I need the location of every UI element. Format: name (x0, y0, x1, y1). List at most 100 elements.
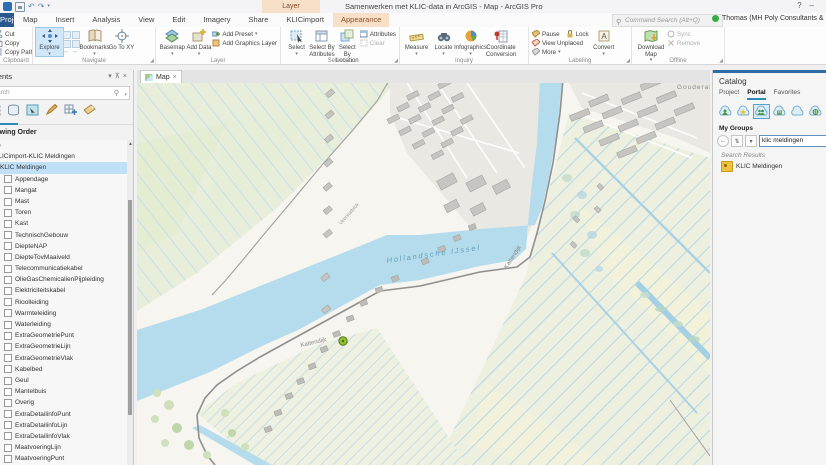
labeling-dialog-launcher[interactable]: ◢ (626, 58, 630, 64)
add-preset-button[interactable]: Add Preset ▾ (212, 30, 277, 38)
selection-dialog-launcher[interactable]: ◢ (394, 58, 398, 64)
catalog-tab-portal[interactable]: Portal (747, 89, 765, 100)
layer-tree-row[interactable]: ExtraGeometriePunt (0, 330, 133, 341)
measure-button[interactable]: Measure▾ (403, 28, 430, 56)
account-info[interactable]: Thomas (MH Poly Consultants & Engineers (712, 15, 826, 22)
my-organization-icon[interactable] (772, 105, 787, 118)
layer-tree-row[interactable]: MaatvoeringPunt (0, 453, 133, 464)
tab-project[interactable]: Project (0, 13, 14, 27)
list-by-editing-icon[interactable] (45, 103, 58, 121)
layer-tree-row[interactable]: Appendage (0, 174, 133, 185)
layer-visibility-checkbox[interactable] (4, 276, 12, 284)
arcgis-online-icon[interactable] (790, 105, 805, 118)
my-favorites-icon[interactable] (736, 105, 751, 118)
customize-toolbar-icon[interactable]: ▾ (47, 2, 50, 11)
layer-visibility-checkbox[interactable] (4, 175, 12, 183)
layer-visibility-checkbox[interactable] (4, 410, 12, 418)
layer-tree-row[interactable]: Kast (0, 218, 133, 229)
list-by-selection-icon[interactable] (26, 103, 39, 121)
sync-button[interactable]: Sync (667, 30, 700, 38)
add-data-button[interactable]: Add Data▾ (186, 28, 213, 56)
tab-appearance[interactable]: Appearance (333, 13, 389, 27)
layer-visibility-checkbox[interactable] (4, 421, 12, 429)
layer-visibility-checkbox[interactable] (4, 343, 12, 351)
scrollbar-thumb[interactable] (128, 200, 132, 415)
my-groups-icon[interactable] (754, 105, 769, 118)
offline-dialog-launcher[interactable]: ◢ (719, 58, 723, 64)
layer-tree-row[interactable]: Mast (0, 196, 133, 207)
select-by-attributes-button[interactable]: Select By Attributes (309, 28, 334, 58)
layer-visibility-checkbox[interactable] (4, 298, 12, 306)
layer-tree-row[interactable]: Rioolleiding (0, 297, 133, 308)
full-extent-icon[interactable] (63, 31, 71, 39)
my-content-icon[interactable] (718, 105, 733, 118)
filter-icon[interactable]: ▾ (745, 135, 757, 147)
more-button[interactable]: More ▾ (532, 48, 589, 56)
basemap-button[interactable]: Basemap▾ (159, 28, 186, 56)
layer-visibility-checkbox[interactable] (4, 253, 12, 261)
layer-visibility-checkbox[interactable] (4, 186, 12, 194)
coordinate-conversion-button[interactable]: Coordinate Conversion (484, 28, 518, 58)
ribbon-tab[interactable]: Map (14, 13, 47, 27)
list-by-drawing-order-icon[interactable] (0, 103, 1, 121)
command-search-input[interactable]: ⚲ Command Search (Alt+Q) (612, 14, 723, 27)
layer-visibility-checkbox[interactable] (4, 432, 12, 440)
layer-visibility-checkbox[interactable] (4, 377, 12, 385)
copy-path-button[interactable]: Copy Path (0, 48, 33, 56)
list-by-data-source-icon[interactable] (7, 103, 20, 121)
previous-extent-icon[interactable] (63, 40, 71, 48)
list-by-snapping-icon[interactable] (64, 103, 77, 121)
catalog-tab-favorites[interactable]: Favorites (774, 89, 801, 100)
layer-tree-row[interactable]: ExtraDetailinfoVlak (0, 431, 133, 442)
layer-visibility-checkbox[interactable] (4, 309, 12, 317)
undo-icon[interactable]: ↶ (28, 2, 35, 11)
layer-visibility-checkbox[interactable] (4, 332, 12, 340)
save-icon[interactable] (15, 2, 25, 12)
infographics-button[interactable]: Infographics▾ (457, 28, 484, 56)
layer-tree-row[interactable]: DiepteTovMaaiveld (0, 252, 133, 263)
layer-visibility-checkbox[interactable] (4, 388, 12, 396)
layer-visibility-checkbox[interactable] (4, 321, 12, 329)
download-map-button[interactable]: Download Map▾ (635, 28, 667, 62)
layer-tree-row[interactable]: Waterleiding (0, 319, 133, 330)
layer-visibility-checkbox[interactable] (4, 354, 12, 362)
ribbon-tab[interactable]: Edit (163, 13, 194, 27)
layer-tree-row[interactable]: ExtraDetailinfoLijn (0, 420, 133, 431)
layer-tree-row[interactable]: Overig (0, 397, 133, 408)
layer-tree-row[interactable]: KLICimport-KLIC Meldingen (0, 151, 133, 162)
catalog-tab-project[interactable]: Project (719, 89, 739, 100)
layer-tree-row[interactable]: Toren (0, 207, 133, 218)
ribbon-tab[interactable]: KLICimport (277, 13, 333, 27)
layer-visibility-checkbox[interactable] (4, 444, 12, 452)
layer-visibility-checkbox[interactable] (4, 455, 12, 463)
layer-visibility-checkbox[interactable] (4, 399, 12, 407)
minimize-icon[interactable]: – (810, 1, 822, 10)
layer-visibility-checkbox[interactable] (4, 198, 12, 206)
layer-tree-row[interactable]: OlieGasChemicalienPijpleiding (0, 274, 133, 285)
clear-button[interactable]: Clear (360, 39, 396, 47)
layer-tree-row[interactable]: KLIC Meldingen (0, 162, 133, 173)
close-icon[interactable]: × (173, 74, 177, 81)
convert-button[interactable]: A Convert▾ (589, 28, 619, 56)
pane-close-icon[interactable]: × (123, 73, 130, 80)
refresh-icon[interactable]: ⇅ (731, 135, 743, 147)
layer-tree-row[interactable]: Warmteleiding (0, 308, 133, 319)
layer-tree-row[interactable]: ExtraGeometrieVlak (0, 353, 133, 364)
list-by-labeling-icon[interactable] (83, 103, 96, 121)
bookmarks-button[interactable]: Bookmarks▾ (81, 28, 108, 56)
copy-button[interactable]: Copy (0, 39, 33, 47)
layer-tree-row[interactable]: DiepteNAP (0, 241, 133, 252)
scroll-up-icon[interactable]: ▲ (128, 141, 133, 147)
living-atlas-icon[interactable] (808, 105, 823, 118)
attributes-button[interactable]: Attributes (360, 30, 396, 38)
back-icon[interactable]: ← (717, 135, 729, 147)
redo-icon[interactable]: ↷ (38, 2, 45, 11)
layer-visibility-checkbox[interactable] (4, 220, 12, 228)
layer-tree-row[interactable]: Geul (0, 375, 133, 386)
lock-button[interactable]: Lock (566, 30, 589, 38)
layer-tree-row[interactable]: Mangat (0, 185, 133, 196)
explore-button[interactable]: Explore▾ (36, 28, 63, 56)
add-graphics-layer-button[interactable]: Add Graphics Layer (212, 39, 277, 47)
layer-tree-row[interactable]: ExtraDetailinfoPunt (0, 409, 133, 420)
help-icon[interactable]: ? (797, 1, 809, 10)
